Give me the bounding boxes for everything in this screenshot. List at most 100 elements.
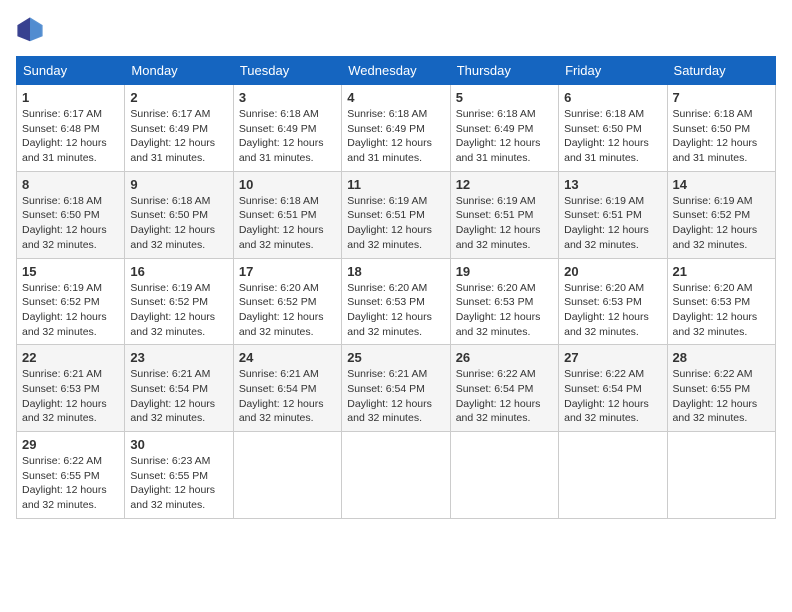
logo-icon (16, 16, 44, 44)
calendar-cell: 13 Sunrise: 6:19 AMSunset: 6:51 PMDaylig… (559, 171, 667, 258)
day-info: Sunrise: 6:19 AMSunset: 6:51 PMDaylight:… (456, 194, 553, 253)
day-info: Sunrise: 6:21 AMSunset: 6:53 PMDaylight:… (22, 367, 119, 426)
calendar-cell: 5 Sunrise: 6:18 AMSunset: 6:49 PMDayligh… (450, 85, 558, 172)
calendar-week-3: 15 Sunrise: 6:19 AMSunset: 6:52 PMDaylig… (17, 258, 776, 345)
calendar-header-row: SundayMondayTuesdayWednesdayThursdayFrid… (17, 57, 776, 85)
calendar-cell: 19 Sunrise: 6:20 AMSunset: 6:53 PMDaylig… (450, 258, 558, 345)
day-number: 4 (347, 90, 444, 105)
day-number: 19 (456, 264, 553, 279)
day-info: Sunrise: 6:22 AMSunset: 6:54 PMDaylight:… (456, 367, 553, 426)
day-number: 24 (239, 350, 336, 365)
day-info: Sunrise: 6:19 AMSunset: 6:51 PMDaylight:… (347, 194, 444, 253)
calendar-header-sunday: Sunday (17, 57, 125, 85)
day-number: 7 (673, 90, 770, 105)
calendar-cell: 21 Sunrise: 6:20 AMSunset: 6:53 PMDaylig… (667, 258, 775, 345)
day-info: Sunrise: 6:17 AMSunset: 6:48 PMDaylight:… (22, 107, 119, 166)
day-info: Sunrise: 6:18 AMSunset: 6:49 PMDaylight:… (239, 107, 336, 166)
day-info: Sunrise: 6:22 AMSunset: 6:54 PMDaylight:… (564, 367, 661, 426)
calendar-cell: 3 Sunrise: 6:18 AMSunset: 6:49 PMDayligh… (233, 85, 341, 172)
calendar-cell (342, 432, 450, 519)
day-number: 29 (22, 437, 119, 452)
calendar-cell: 15 Sunrise: 6:19 AMSunset: 6:52 PMDaylig… (17, 258, 125, 345)
day-number: 8 (22, 177, 119, 192)
day-number: 15 (22, 264, 119, 279)
day-number: 30 (130, 437, 227, 452)
day-number: 1 (22, 90, 119, 105)
calendar-cell: 1 Sunrise: 6:17 AMSunset: 6:48 PMDayligh… (17, 85, 125, 172)
calendar-cell: 18 Sunrise: 6:20 AMSunset: 6:53 PMDaylig… (342, 258, 450, 345)
day-info: Sunrise: 6:19 AMSunset: 6:52 PMDaylight:… (22, 281, 119, 340)
page-header (16, 16, 776, 44)
day-info: Sunrise: 6:18 AMSunset: 6:49 PMDaylight:… (347, 107, 444, 166)
day-info: Sunrise: 6:17 AMSunset: 6:49 PMDaylight:… (130, 107, 227, 166)
calendar-cell: 11 Sunrise: 6:19 AMSunset: 6:51 PMDaylig… (342, 171, 450, 258)
calendar-cell (559, 432, 667, 519)
day-number: 5 (456, 90, 553, 105)
calendar-cell: 16 Sunrise: 6:19 AMSunset: 6:52 PMDaylig… (125, 258, 233, 345)
day-number: 28 (673, 350, 770, 365)
calendar-header-saturday: Saturday (667, 57, 775, 85)
calendar-header-wednesday: Wednesday (342, 57, 450, 85)
calendar-cell: 20 Sunrise: 6:20 AMSunset: 6:53 PMDaylig… (559, 258, 667, 345)
calendar-cell (233, 432, 341, 519)
day-info: Sunrise: 6:21 AMSunset: 6:54 PMDaylight:… (239, 367, 336, 426)
calendar-cell: 30 Sunrise: 6:23 AMSunset: 6:55 PMDaylig… (125, 432, 233, 519)
day-info: Sunrise: 6:18 AMSunset: 6:51 PMDaylight:… (239, 194, 336, 253)
day-info: Sunrise: 6:20 AMSunset: 6:53 PMDaylight:… (673, 281, 770, 340)
calendar-week-4: 22 Sunrise: 6:21 AMSunset: 6:53 PMDaylig… (17, 345, 776, 432)
calendar-cell: 26 Sunrise: 6:22 AMSunset: 6:54 PMDaylig… (450, 345, 558, 432)
day-info: Sunrise: 6:23 AMSunset: 6:55 PMDaylight:… (130, 454, 227, 513)
day-info: Sunrise: 6:18 AMSunset: 6:49 PMDaylight:… (456, 107, 553, 166)
calendar-cell (450, 432, 558, 519)
day-number: 12 (456, 177, 553, 192)
calendar-header-thursday: Thursday (450, 57, 558, 85)
day-number: 9 (130, 177, 227, 192)
calendar-cell: 10 Sunrise: 6:18 AMSunset: 6:51 PMDaylig… (233, 171, 341, 258)
calendar-header-tuesday: Tuesday (233, 57, 341, 85)
logo (16, 16, 48, 44)
calendar-cell: 6 Sunrise: 6:18 AMSunset: 6:50 PMDayligh… (559, 85, 667, 172)
calendar-cell: 8 Sunrise: 6:18 AMSunset: 6:50 PMDayligh… (17, 171, 125, 258)
calendar-cell: 4 Sunrise: 6:18 AMSunset: 6:49 PMDayligh… (342, 85, 450, 172)
day-number: 16 (130, 264, 227, 279)
calendar-cell: 2 Sunrise: 6:17 AMSunset: 6:49 PMDayligh… (125, 85, 233, 172)
day-number: 2 (130, 90, 227, 105)
calendar-cell: 24 Sunrise: 6:21 AMSunset: 6:54 PMDaylig… (233, 345, 341, 432)
day-info: Sunrise: 6:21 AMSunset: 6:54 PMDaylight:… (130, 367, 227, 426)
calendar-header-friday: Friday (559, 57, 667, 85)
calendar-cell: 22 Sunrise: 6:21 AMSunset: 6:53 PMDaylig… (17, 345, 125, 432)
calendar-cell (667, 432, 775, 519)
day-number: 26 (456, 350, 553, 365)
day-info: Sunrise: 6:18 AMSunset: 6:50 PMDaylight:… (564, 107, 661, 166)
calendar-cell: 29 Sunrise: 6:22 AMSunset: 6:55 PMDaylig… (17, 432, 125, 519)
day-info: Sunrise: 6:20 AMSunset: 6:53 PMDaylight:… (564, 281, 661, 340)
calendar-cell: 23 Sunrise: 6:21 AMSunset: 6:54 PMDaylig… (125, 345, 233, 432)
day-number: 10 (239, 177, 336, 192)
day-info: Sunrise: 6:18 AMSunset: 6:50 PMDaylight:… (673, 107, 770, 166)
day-info: Sunrise: 6:20 AMSunset: 6:53 PMDaylight:… (347, 281, 444, 340)
day-info: Sunrise: 6:18 AMSunset: 6:50 PMDaylight:… (22, 194, 119, 253)
calendar-cell: 17 Sunrise: 6:20 AMSunset: 6:52 PMDaylig… (233, 258, 341, 345)
calendar-cell: 25 Sunrise: 6:21 AMSunset: 6:54 PMDaylig… (342, 345, 450, 432)
day-number: 14 (673, 177, 770, 192)
day-info: Sunrise: 6:19 AMSunset: 6:51 PMDaylight:… (564, 194, 661, 253)
calendar-week-2: 8 Sunrise: 6:18 AMSunset: 6:50 PMDayligh… (17, 171, 776, 258)
calendar-week-1: 1 Sunrise: 6:17 AMSunset: 6:48 PMDayligh… (17, 85, 776, 172)
day-info: Sunrise: 6:21 AMSunset: 6:54 PMDaylight:… (347, 367, 444, 426)
day-info: Sunrise: 6:22 AMSunset: 6:55 PMDaylight:… (673, 367, 770, 426)
calendar-cell: 28 Sunrise: 6:22 AMSunset: 6:55 PMDaylig… (667, 345, 775, 432)
day-number: 20 (564, 264, 661, 279)
calendar-cell: 14 Sunrise: 6:19 AMSunset: 6:52 PMDaylig… (667, 171, 775, 258)
calendar-week-5: 29 Sunrise: 6:22 AMSunset: 6:55 PMDaylig… (17, 432, 776, 519)
day-info: Sunrise: 6:19 AMSunset: 6:52 PMDaylight:… (130, 281, 227, 340)
day-info: Sunrise: 6:20 AMSunset: 6:53 PMDaylight:… (456, 281, 553, 340)
day-info: Sunrise: 6:18 AMSunset: 6:50 PMDaylight:… (130, 194, 227, 253)
calendar-table: SundayMondayTuesdayWednesdayThursdayFrid… (16, 56, 776, 519)
day-number: 27 (564, 350, 661, 365)
day-number: 21 (673, 264, 770, 279)
day-number: 25 (347, 350, 444, 365)
day-number: 3 (239, 90, 336, 105)
day-info: Sunrise: 6:20 AMSunset: 6:52 PMDaylight:… (239, 281, 336, 340)
day-number: 6 (564, 90, 661, 105)
day-number: 11 (347, 177, 444, 192)
